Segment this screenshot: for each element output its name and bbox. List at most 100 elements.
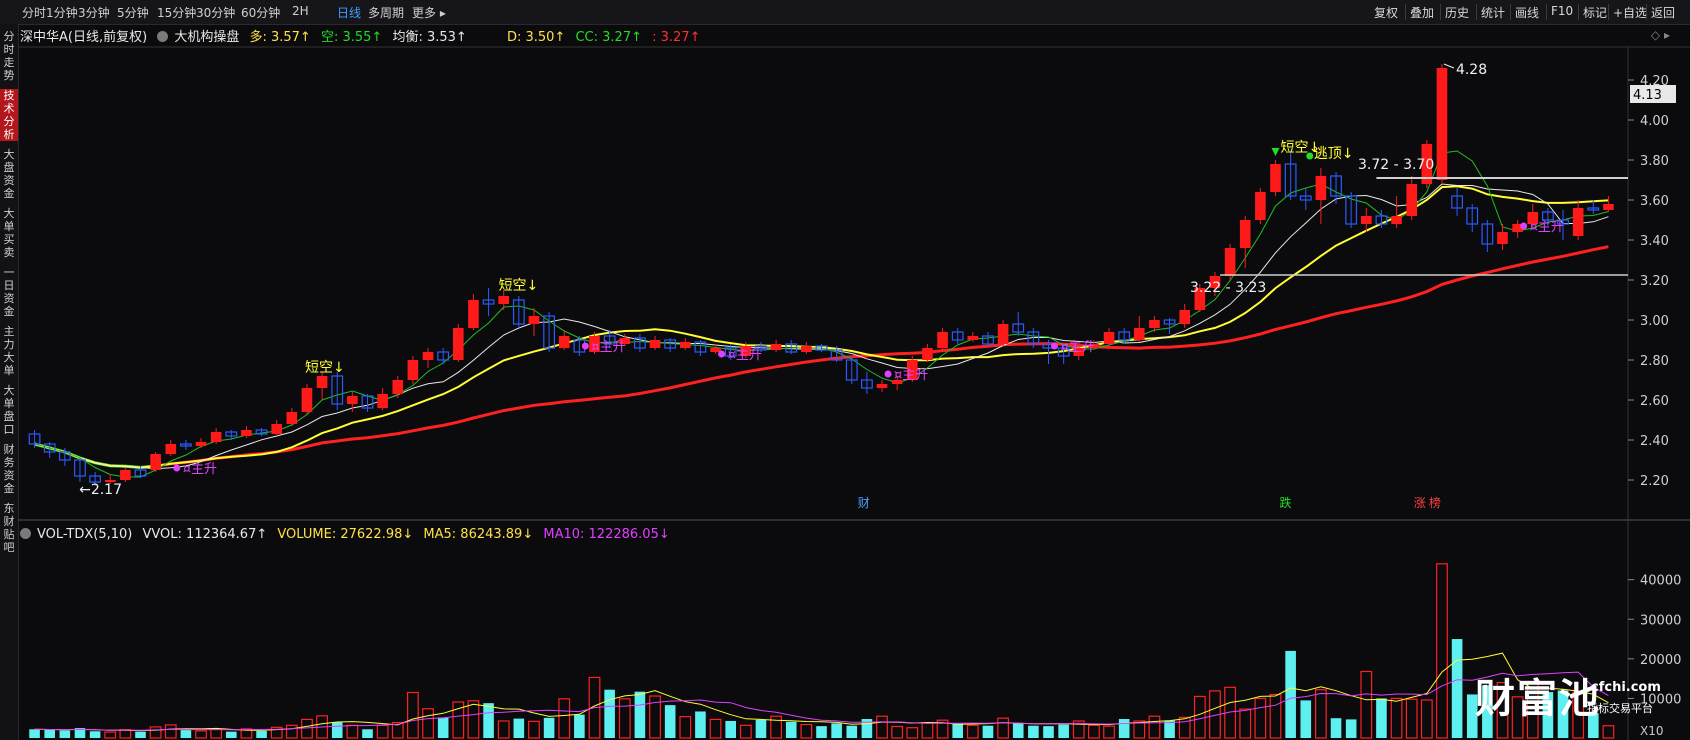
volume-bar xyxy=(1148,715,1161,739)
volume-bar xyxy=(362,729,373,738)
candle-body xyxy=(1497,232,1508,244)
volume-bar xyxy=(1405,698,1418,739)
vol-tick-label: 40000 xyxy=(1640,574,1681,589)
volume-bar xyxy=(119,729,132,739)
volume-bar xyxy=(664,705,676,738)
volume-bar xyxy=(1118,719,1130,738)
candle-body xyxy=(271,424,282,434)
rise-label-3: ¤主升 xyxy=(894,368,928,383)
volume-bar xyxy=(301,718,313,739)
rise-label-1: ¤主升 xyxy=(591,340,625,355)
ma-long-green-segment xyxy=(34,442,156,470)
ma-long-line xyxy=(34,245,1609,470)
volume-bar xyxy=(1390,697,1403,739)
candle-body xyxy=(528,316,540,324)
y-tick-label: 3.00 xyxy=(1640,314,1669,329)
rise-dot-icon xyxy=(1520,222,1528,230)
rise-label-5: ¤主升 xyxy=(1530,220,1564,235)
candle-body xyxy=(347,396,358,404)
volume-bar xyxy=(1193,695,1206,739)
candle-body xyxy=(1270,164,1281,192)
volume-bar xyxy=(816,726,827,738)
volume-bar xyxy=(725,720,736,738)
volume-bar xyxy=(997,717,1009,739)
volume-bar xyxy=(407,691,419,739)
y-tick-label: 3.80 xyxy=(1640,154,1669,169)
volume-bar xyxy=(1028,725,1039,738)
volume-bar xyxy=(89,731,101,738)
volume-bar xyxy=(29,729,40,738)
candle-body xyxy=(1103,332,1115,344)
candle-body xyxy=(1315,176,1327,200)
rise-dot-icon xyxy=(173,464,181,472)
volume-bar xyxy=(467,700,480,739)
volume-bar xyxy=(376,724,389,739)
volume-bar xyxy=(1300,700,1312,738)
volume-unit-label: X10 xyxy=(1640,724,1664,738)
candle-body xyxy=(876,384,888,388)
candle-body xyxy=(967,336,979,340)
volume-bar xyxy=(1239,708,1252,739)
candle-body xyxy=(937,332,948,348)
volume-bar xyxy=(1254,697,1267,739)
volume-bar xyxy=(285,724,298,739)
volume-bar xyxy=(104,731,117,739)
y-tick-label: 4.00 xyxy=(1640,114,1669,129)
volume-bar xyxy=(982,725,994,738)
candle-body xyxy=(997,324,1009,344)
candle-body xyxy=(150,454,161,470)
candle-body xyxy=(801,346,812,352)
candle-body xyxy=(407,360,419,380)
volume-bar xyxy=(634,691,646,738)
ma-green-line xyxy=(34,150,1609,478)
candle-body xyxy=(241,430,252,436)
kline-chart: 4.204.003.803.603.403.203.002.802.602.40… xyxy=(18,46,1690,740)
volume-bar xyxy=(226,731,237,738)
event-cai: 财 xyxy=(858,496,870,510)
candle-body xyxy=(392,380,404,394)
volume-bar xyxy=(543,717,555,738)
candle-body xyxy=(680,342,691,348)
candle-body xyxy=(1179,310,1190,324)
candle-body xyxy=(1391,216,1402,224)
candle-body xyxy=(770,344,782,350)
candle-body xyxy=(120,470,131,480)
volume-bar xyxy=(755,719,767,738)
volume-bar xyxy=(770,715,782,739)
y-tick-label: 2.60 xyxy=(1640,394,1669,409)
volume-bar xyxy=(497,720,510,739)
volume-bar xyxy=(558,698,571,739)
event-zhang: 涨 xyxy=(1414,495,1426,510)
rise-label-0: ¤主升 xyxy=(183,462,217,477)
volume-bar xyxy=(256,730,267,738)
rise-dot-icon xyxy=(581,342,589,350)
candle-body xyxy=(301,388,313,412)
volume-bar xyxy=(966,724,979,739)
vol-tick-label: 30000 xyxy=(1640,613,1681,628)
candle-body xyxy=(922,348,933,360)
candle-body xyxy=(1572,208,1584,236)
y-tick-label: 3.40 xyxy=(1640,234,1669,249)
y-tick-label: 2.40 xyxy=(1640,434,1669,449)
candle-body xyxy=(498,296,509,304)
high-marker xyxy=(1443,63,1455,69)
volume-bar xyxy=(1345,719,1357,738)
watermark-logo: 财富池 cfchi.com 指标交易平台 xyxy=(1475,676,1661,722)
candle-body xyxy=(1134,328,1145,340)
event-die: 跌 xyxy=(1280,495,1292,510)
volume-bar xyxy=(846,725,858,738)
candle-body xyxy=(1436,68,1448,180)
candle-body xyxy=(1361,216,1372,224)
resistance-label: 3.72 - 3.70 xyxy=(1358,157,1434,173)
candle-body xyxy=(1406,184,1417,216)
volume-bar xyxy=(1360,670,1373,739)
candle-body xyxy=(1149,320,1160,328)
candle-body xyxy=(1603,204,1614,210)
volume-bar xyxy=(739,724,752,739)
candle-body xyxy=(316,376,328,388)
vol-tick-label: 20000 xyxy=(1640,653,1681,668)
volume-bar xyxy=(1376,698,1387,738)
rise-label-4: ¤主升 xyxy=(1061,340,1095,355)
candle-body xyxy=(468,300,479,328)
rise-dot-icon xyxy=(1051,342,1058,350)
